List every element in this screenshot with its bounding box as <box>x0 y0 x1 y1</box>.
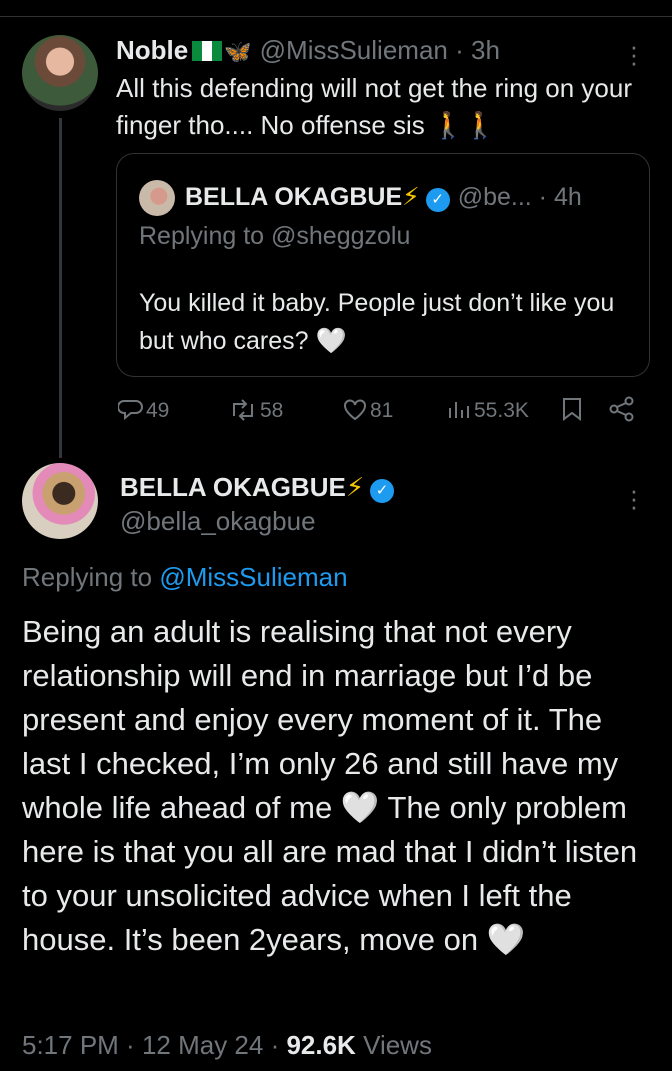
more-icon[interactable]: · · · <box>628 477 640 519</box>
views-count: 92.6K <box>286 1030 356 1060</box>
avatar <box>139 180 175 216</box>
white-heart-emoji: 🤍 <box>315 327 347 355</box>
share-button[interactable] <box>608 394 638 428</box>
verified-badge-icon: ✓ <box>370 479 395 503</box>
lightning-icon: ⚡ <box>345 472 365 502</box>
reply-tweet[interactable]: Noble 🦋 @MissSulieman · 3h · · · All this de… <box>0 0 672 460</box>
quoted-tweet-text: You killed it baby. People just don’t li… <box>139 284 629 360</box>
quoted-tweet-header: BELLA OKAGBUE⚡ ✓ @be... · 4h <box>185 181 582 213</box>
like-icon <box>344 399 366 421</box>
separator-dot: · <box>118 1030 142 1060</box>
quoted-timestamp: 4h <box>553 183 582 211</box>
thread-connector <box>59 118 62 458</box>
views-count: 55.3K <box>474 399 529 422</box>
lightning-icon: ⚡ <box>402 183 420 211</box>
author-handle[interactable]: @bella_okagbue <box>120 505 316 537</box>
share-icon <box>609 396 634 422</box>
white-heart-emoji: 🤍 <box>340 790 380 825</box>
views-icon <box>449 402 469 418</box>
separator-dot: · <box>447 35 471 65</box>
quoted-author-handle: @be... <box>457 183 532 211</box>
more-icon[interactable]: · · · <box>628 33 640 75</box>
flag-icon <box>192 41 223 61</box>
tweet-metadata: 5:17 PM · 12 May 24 · 92.6K Views <box>22 1028 432 1062</box>
white-heart-emoji: 🤍 <box>486 922 526 957</box>
quoted-author-name: BELLA OKAGBUE <box>185 183 403 211</box>
author-name[interactable]: Noble <box>116 35 188 65</box>
author-handle[interactable]: @MissSulieman <box>260 35 448 65</box>
repost-icon <box>233 399 253 421</box>
quoted-tweet[interactable]: BELLA OKAGBUE⚡ ✓ @be... · 4h Replying to @… <box>116 153 650 377</box>
reply-icon <box>117 400 143 421</box>
views-label: Views <box>363 1030 432 1060</box>
tweet-date[interactable]: 12 May 24 <box>142 1030 263 1060</box>
author-name[interactable]: BELLA OKAGBUE <box>120 472 346 502</box>
reply-tweet-header: Noble 🦋 @MissSulieman · 3h <box>116 34 500 68</box>
walking-emoji: 🚶🚶 <box>432 110 497 140</box>
avatar[interactable] <box>22 35 98 111</box>
quoted-text: You killed it baby. People just don’t li… <box>139 289 615 355</box>
timestamp[interactable]: 3h <box>471 35 500 65</box>
replying-to-label: Replying to <box>22 562 160 592</box>
main-tweet-author: BELLA OKAGBUE⚡ ✓ <box>120 471 402 503</box>
like-count: 81 <box>370 399 394 422</box>
views-button[interactable]: 55.3K <box>446 394 529 428</box>
repost-count: 58 <box>260 399 284 422</box>
tweet-time[interactable]: 5:17 PM <box>22 1030 119 1060</box>
separator-dot: · <box>263 1030 287 1060</box>
bookmark-icon <box>563 398 581 421</box>
replying-to-mention[interactable]: @MissSulieman <box>159 562 347 592</box>
like-button[interactable]: 81 <box>342 394 393 428</box>
bookmark-button[interactable] <box>560 394 586 428</box>
avatar[interactable] <box>22 463 98 539</box>
action-bar: 49 58 81 55.3K <box>116 394 640 428</box>
quoted-replying-to: Replying to @sheggzolu <box>139 222 411 250</box>
tweet-text: All this defending will not get the ring… <box>116 73 632 140</box>
reply-count: 49 <box>146 399 170 422</box>
separator-dot: · <box>531 183 554 211</box>
replying-to: Replying to @MissSulieman <box>22 561 348 593</box>
main-tweet-text: Being an adult is realising that not eve… <box>22 610 658 962</box>
reply-button[interactable]: 49 <box>117 394 170 428</box>
verified-badge-icon: ✓ <box>425 188 450 212</box>
reply-tweet-text: All this defending will not get the ring… <box>116 70 656 144</box>
repost-button[interactable]: 58 <box>228 394 283 428</box>
butterfly-icon: 🦋 <box>224 39 252 64</box>
